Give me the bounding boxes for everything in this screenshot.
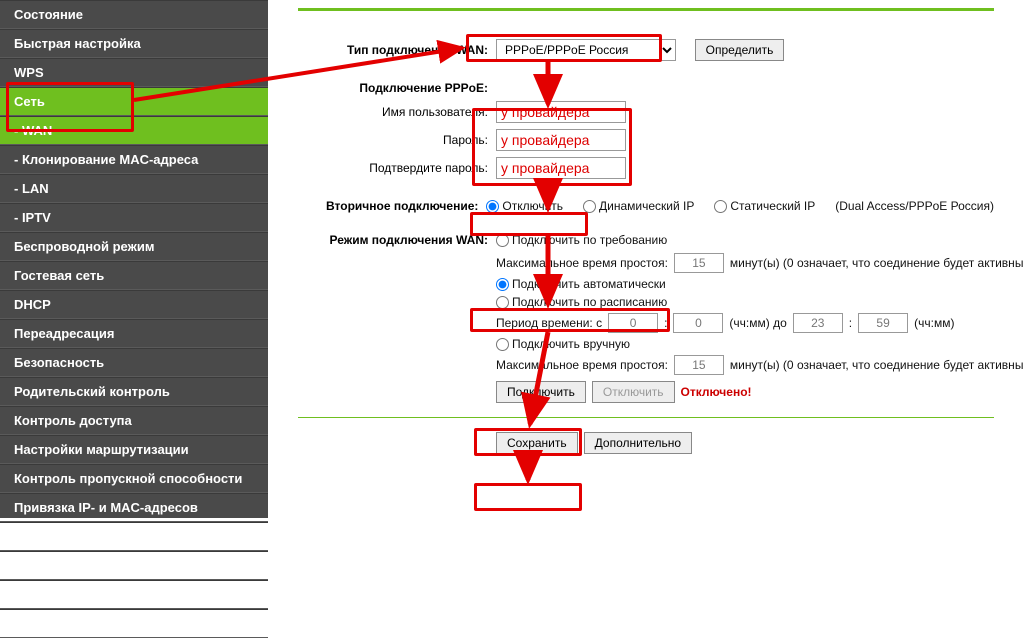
sidebar-item[interactable]: Быстрая настройка (0, 29, 268, 58)
sidebar-item[interactable]: - LAN (0, 174, 268, 203)
sidebar-item[interactable]: Сеть (0, 87, 268, 116)
mode-auto-radio[interactable] (496, 278, 509, 291)
sidebar-item[interactable]: Безопасность (0, 348, 268, 377)
mode-ondemand-radio[interactable] (496, 234, 509, 247)
sec-static-radio[interactable] (714, 200, 727, 213)
t1m[interactable] (673, 313, 723, 333)
sidebar-item[interactable]: Контроль пропускной способности (0, 464, 268, 493)
sidebar-item[interactable]: Беспроводной режим (0, 232, 268, 261)
sidebar-item[interactable]: Динамический DNS (0, 522, 268, 551)
sidebar-item[interactable]: Состояние (0, 0, 268, 29)
main-content: Тип подключения WAN: PPPoE/PPPoE Россия … (268, 0, 1024, 518)
sidebar-item[interactable]: Переадресация (0, 319, 268, 348)
sidebar-item[interactable]: Контроль доступа (0, 406, 268, 435)
sidebar-item[interactable]: - IPTV (0, 203, 268, 232)
password2-input[interactable] (496, 157, 626, 179)
wan-type-select[interactable]: PPPoE/PPPoE Россия (496, 39, 676, 61)
sidebar-item[interactable]: Выход (0, 609, 268, 638)
sidebar-item[interactable]: WPS (0, 58, 268, 87)
idle1-input[interactable] (674, 253, 724, 273)
mode-sched-radio[interactable] (496, 296, 509, 309)
sec-dynamic-radio[interactable] (583, 200, 596, 213)
sec-dynamic-text: Динамический IP (599, 199, 694, 213)
detect-button[interactable]: Определить (695, 39, 785, 61)
sec-disable-radio[interactable] (486, 200, 499, 213)
mode-manual-radio[interactable] (496, 338, 509, 351)
sidebar-item[interactable]: IPv6 (0, 551, 268, 580)
sidebar-item[interactable]: Настройки маршрутизации (0, 435, 268, 464)
separator (298, 417, 994, 418)
disconnect-button[interactable]: Отключить (592, 381, 675, 403)
t2m[interactable] (858, 313, 908, 333)
secondary-label: Вторичное подключение: (298, 199, 486, 213)
sidebar-item[interactable]: Гостевая сеть (0, 261, 268, 290)
username-label: Имя пользователя: (298, 105, 496, 119)
sec-static-text: Статический IP (730, 199, 815, 213)
sec-hint: (Dual Access/PPPoE Россия) (835, 199, 994, 213)
conn-status: Отключено! (681, 385, 752, 399)
connect-button[interactable]: Подключить (496, 381, 586, 403)
pppoe-conn-label: Подключение PPPoE: (298, 81, 496, 95)
t2h[interactable] (793, 313, 843, 333)
sidebar: СостояниеБыстрая настройкаWPSСеть- WAN- … (0, 0, 268, 518)
idle2-input[interactable] (674, 355, 724, 375)
t1h[interactable] (608, 313, 658, 333)
password2-label: Подтвердите пароль: (298, 161, 496, 175)
wan-type-label: Тип подключения WAN: (298, 43, 496, 57)
sidebar-item[interactable]: Системные инструменты (0, 580, 268, 609)
sec-disable-text: Отключить (502, 199, 563, 213)
username-input[interactable] (496, 101, 626, 123)
advanced-button[interactable]: Дополнительно (584, 432, 692, 454)
save-button[interactable]: Сохранить (496, 432, 578, 454)
password-input[interactable] (496, 129, 626, 151)
sidebar-item[interactable]: Родительский контроль (0, 377, 268, 406)
top-accent-bar (298, 8, 994, 11)
sidebar-item[interactable]: DHCP (0, 290, 268, 319)
sidebar-item[interactable]: - Клонирование MAC-адреса (0, 145, 268, 174)
password-label: Пароль: (298, 133, 496, 147)
wan-mode-label: Режим подключения WAN: (298, 233, 496, 247)
sidebar-item[interactable]: - WAN (0, 116, 268, 145)
